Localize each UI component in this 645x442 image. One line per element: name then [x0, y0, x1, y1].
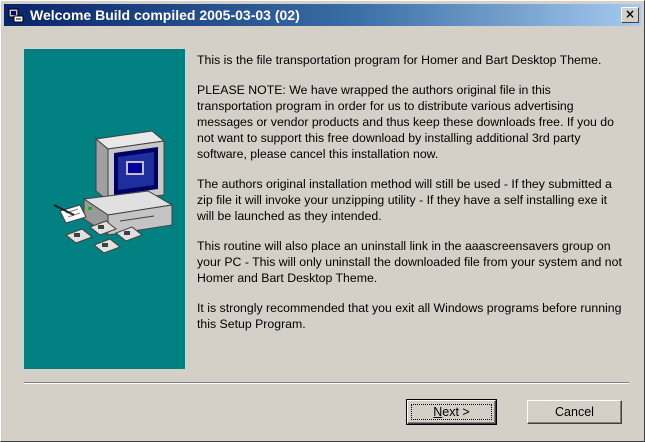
- install-method-paragraph: The authors original installation method…: [197, 177, 612, 223]
- focus-rect: [411, 404, 492, 420]
- window-title: Welcome Build compiled 2005-03-03 (02): [30, 7, 300, 23]
- setup-app-icon: [8, 8, 24, 23]
- computer-with-disks-illustration: [53, 130, 174, 254]
- next-button[interactable]: Next >: [406, 399, 497, 425]
- close-icon: ×: [624, 7, 636, 21]
- intro-paragraph: This is the file transportation program …: [197, 53, 602, 67]
- close-button[interactable]: ×: [621, 7, 639, 23]
- cancel-button[interactable]: Cancel: [527, 400, 622, 424]
- title-bar[interactable]: Welcome Build compiled 2005-03-03 (02) ×: [4, 4, 641, 26]
- divider: [24, 382, 629, 384]
- setup-window: Welcome Build compiled 2005-03-03 (02) ×: [0, 0, 645, 442]
- side-panel: [24, 49, 185, 369]
- recommendation-paragraph: It is strongly recommended that you exit…: [197, 301, 622, 331]
- note-paragraph: PLEASE NOTE: We have wrapped the authors…: [197, 83, 614, 161]
- description-text: This is the file transportation program …: [197, 52, 627, 346]
- uninstall-paragraph: This routine will also place an uninstal…: [197, 239, 622, 285]
